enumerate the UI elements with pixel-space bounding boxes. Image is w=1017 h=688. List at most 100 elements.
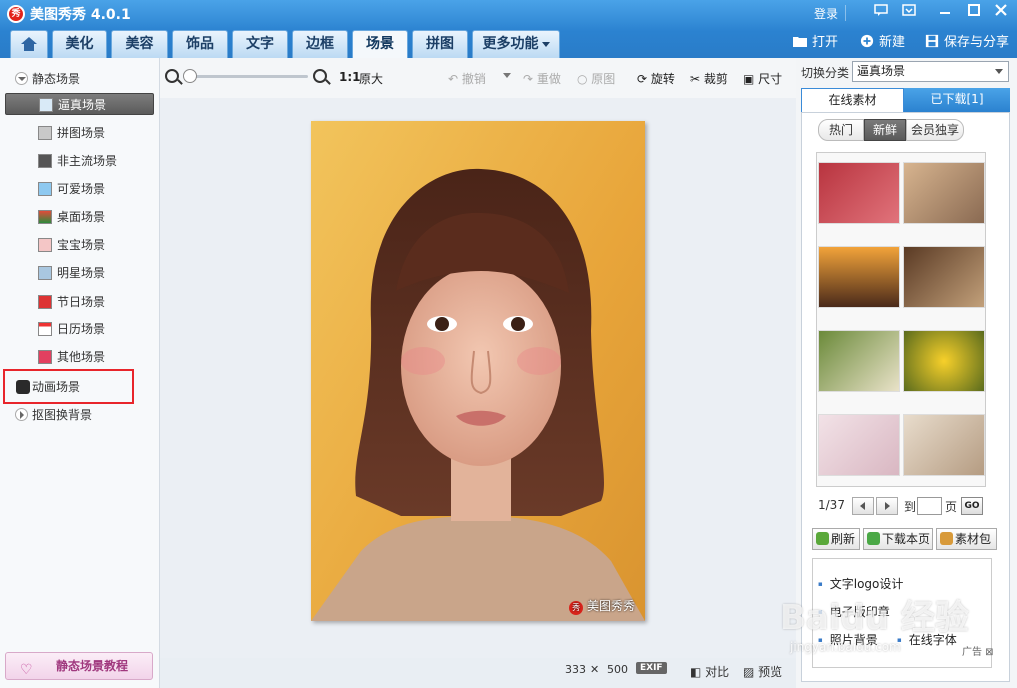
material-thumb[interactable] <box>903 246 985 308</box>
meitu-logo-icon: 秀 <box>569 601 584 615</box>
new-button[interactable]: 新建 <box>859 33 905 53</box>
download-page-label: 下载本页 <box>882 532 931 546</box>
filter-new[interactable]: 新鲜 <box>864 119 906 141</box>
next-page-button[interactable] <box>876 497 898 515</box>
material-thumb[interactable] <box>818 330 900 392</box>
page-unit-label: 页 <box>945 500 958 514</box>
tab-accessories[interactable]: 饰品 <box>172 30 228 58</box>
ad-link[interactable]: 在线字体 <box>897 631 957 648</box>
save-icon <box>925 34 939 48</box>
maximize-icon[interactable] <box>963 3 985 21</box>
download-page-button[interactable]: 下载本页 <box>863 528 933 550</box>
ratio-button[interactable]: 1:1 <box>339 70 361 84</box>
material-thumb[interactable] <box>903 414 985 476</box>
tab-more-label: 更多功能 <box>482 36 539 52</box>
sidebar-item-calendar[interactable]: 日历场景 <box>38 318 148 340</box>
tab-text[interactable]: 文字 <box>232 30 288 58</box>
tab-collage[interactable]: 拼图 <box>412 30 468 58</box>
sidebar-item-label: 节日场景 <box>57 295 106 309</box>
filter-hot[interactable]: 热门 <box>818 119 864 141</box>
refresh-button[interactable]: 刷新 <box>812 528 860 550</box>
preview-label: 预览 <box>758 665 783 679</box>
image-width: 333 <box>565 663 586 676</box>
home-icon <box>21 37 37 51</box>
chevron-down-icon <box>503 73 511 78</box>
matting-category[interactable]: 抠图换背景 <box>15 406 92 423</box>
tab-online-material[interactable]: 在线素材 <box>801 88 904 112</box>
sidebar-item-alternative[interactable]: 非主流场景 <box>38 150 148 172</box>
save-share-label: 保存与分享 <box>944 35 1010 50</box>
material-thumb[interactable] <box>903 330 985 392</box>
sidebar-item-other[interactable]: 其他场景 <box>38 346 148 368</box>
save-share-button[interactable]: 保存与分享 <box>924 33 1009 53</box>
zoom-out-icon[interactable] <box>165 69 179 83</box>
message-icon[interactable] <box>870 3 892 21</box>
edited-photo[interactable]: 秀 美图秀秀 <box>311 121 645 621</box>
static-scene-category[interactable]: 静态场景 <box>15 70 80 87</box>
sidebar-item-label: 桌面场景 <box>57 210 106 224</box>
app-logo-icon: 秀 <box>7 5 25 23</box>
sidebar-item-baby[interactable]: 宝宝场景 <box>38 234 148 256</box>
undo-button[interactable]: ↶ 撤销 <box>448 70 486 87</box>
tutorial-button[interactable]: ♡✋ 静态场景教程 <box>5 652 153 680</box>
prev-page-button[interactable] <box>852 497 874 515</box>
original-image-button[interactable]: ○ 原图 <box>577 70 615 87</box>
material-thumb[interactable] <box>818 162 900 224</box>
sidebar-item-cute[interactable]: 可爱场景 <box>38 178 148 200</box>
compare-button[interactable]: ◧ 对比 <box>690 663 729 680</box>
tab-home[interactable] <box>10 30 48 58</box>
exif-button[interactable]: EXIF <box>636 662 667 674</box>
tab-beautify[interactable]: 美化 <box>52 30 107 58</box>
plus-circle-icon <box>860 34 874 48</box>
open-button[interactable]: 打开 <box>792 33 838 53</box>
page-number-input[interactable] <box>917 497 942 515</box>
size-button[interactable]: ▣ 尺寸 <box>743 70 782 87</box>
zoom-slider-handle[interactable] <box>183 69 197 83</box>
sidebar-item-star[interactable]: 明星场景 <box>38 262 148 284</box>
tab-frame[interactable]: 边框 <box>292 30 348 58</box>
collage-scene-icon <box>38 126 52 140</box>
material-thumb[interactable] <box>903 162 985 224</box>
zoom-slider[interactable] <box>188 75 308 78</box>
zoom-in-icon[interactable] <box>313 69 327 83</box>
sidebar-item-collage[interactable]: 拼图场景 <box>38 122 148 144</box>
category-select[interactable]: 逼真场景 <box>852 61 1009 82</box>
ad-link[interactable]: 电子版印章 <box>818 603 890 620</box>
close-icon[interactable] <box>990 3 1012 21</box>
undo-label: 撤销 <box>461 72 486 86</box>
filter-vip[interactable]: 会员独享 <box>906 119 964 141</box>
redo-button[interactable]: ↷ 重做 <box>523 70 561 87</box>
download-icon <box>867 532 880 545</box>
page-indicator: 1/37 <box>818 498 845 512</box>
sidebar-item-holiday[interactable]: 节日场景 <box>38 291 148 313</box>
app-title: 美图秀秀 4.0.1 <box>30 7 131 23</box>
photo-watermark: 秀 美图秀秀 <box>569 597 635 615</box>
skin-icon[interactable] <box>898 3 920 21</box>
switch-category-label: 切换分类 <box>801 66 850 80</box>
material-thumb[interactable] <box>818 246 900 308</box>
photo-watermark-label: 美图秀秀 <box>586 599 635 613</box>
preview-button[interactable]: ▨ 预览 <box>743 663 782 680</box>
chevron-down-icon <box>995 69 1003 74</box>
go-button[interactable]: GO <box>961 497 983 515</box>
tab-downloaded[interactable]: 已下载[1] <box>904 88 1010 112</box>
exif-label: EXIF <box>640 663 663 673</box>
minimize-icon[interactable] <box>934 3 956 21</box>
tab-more[interactable]: 更多功能 <box>472 30 560 58</box>
tab-face[interactable]: 美容 <box>111 30 168 58</box>
cute-scene-icon <box>38 182 52 196</box>
rotate-button[interactable]: ⟳ 旋转 <box>637 70 675 87</box>
undo-dropdown[interactable] <box>500 68 511 82</box>
ad-link[interactable]: 文字logo设计 <box>818 575 904 592</box>
login-link[interactable]: 登录 <box>814 5 838 22</box>
hand-icon: ♡✋ <box>20 662 33 678</box>
title-divider <box>845 5 846 21</box>
material-thumb[interactable] <box>818 414 900 476</box>
original-size-button[interactable]: 原大 <box>359 70 383 87</box>
sidebar-item-realistic[interactable]: 逼真场景 <box>5 93 154 115</box>
material-pack-label: 素材包 <box>955 532 992 546</box>
tab-scene[interactable]: 场景 <box>352 30 408 59</box>
crop-button[interactable]: ✂ 裁剪 <box>690 70 728 87</box>
material-pack-button[interactable]: 素材包 <box>936 528 997 550</box>
sidebar-item-desktop[interactable]: 桌面场景 <box>38 206 148 228</box>
